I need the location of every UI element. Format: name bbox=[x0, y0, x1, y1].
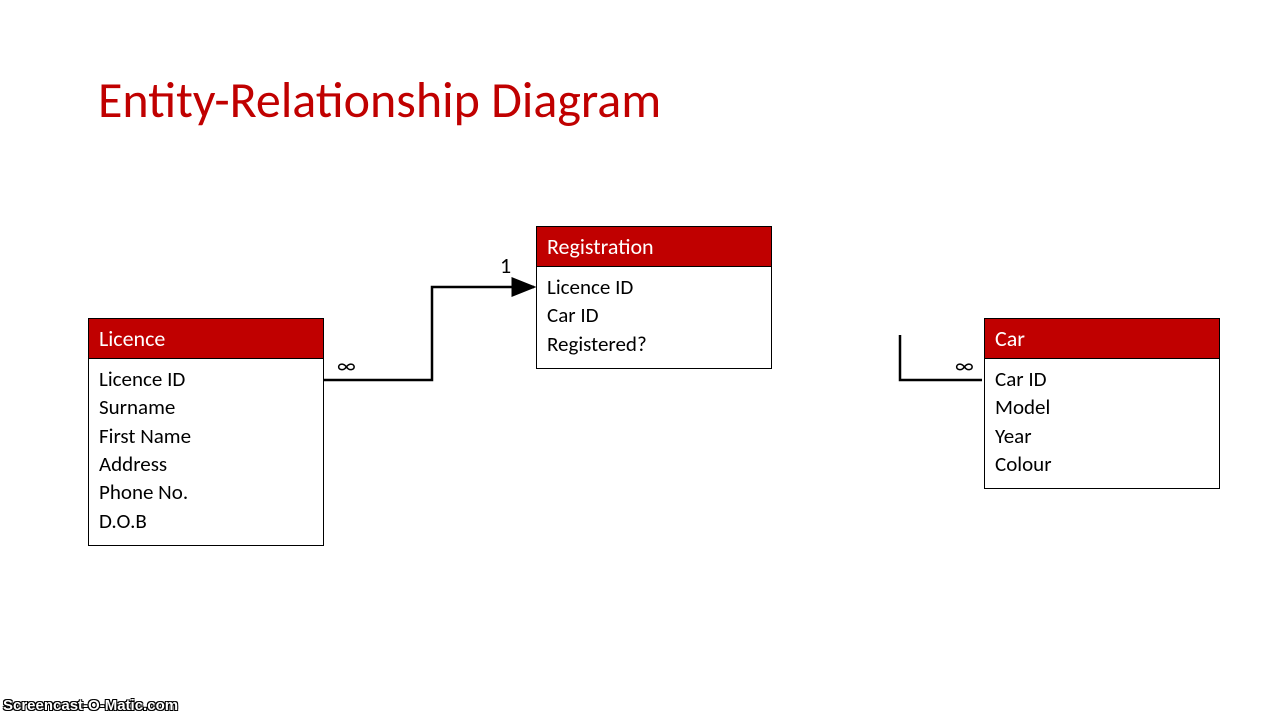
attr: Phone No. bbox=[99, 478, 313, 506]
entity-car-body: Car ID Model Year Colour bbox=[985, 359, 1219, 488]
attr: Address bbox=[99, 450, 313, 478]
attr: Car ID bbox=[547, 301, 761, 329]
entity-car: Car Car ID Model Year Colour bbox=[984, 318, 1220, 489]
attr: Colour bbox=[995, 450, 1209, 478]
attr: Licence ID bbox=[547, 273, 761, 301]
attr: Registered? bbox=[547, 330, 761, 358]
attr: Model bbox=[995, 393, 1209, 421]
watermark: Screencast-O-Matic.com bbox=[3, 697, 178, 714]
diagram-title: Entity-Relationship Diagram bbox=[98, 70, 661, 131]
cardinality-infinity-licence: ∞ bbox=[337, 352, 356, 379]
cardinality-one-registration: 1 bbox=[500, 252, 511, 279]
entity-registration: Registration Licence ID Car ID Registere… bbox=[536, 226, 772, 369]
attr: Car ID bbox=[995, 365, 1209, 393]
attr: D.O.B bbox=[99, 507, 313, 535]
entity-registration-header: Registration bbox=[537, 227, 771, 267]
entity-car-header: Car bbox=[985, 319, 1219, 359]
entity-registration-body: Licence ID Car ID Registered? bbox=[537, 267, 771, 368]
attr: Year bbox=[995, 422, 1209, 450]
attr: First Name bbox=[99, 422, 313, 450]
attr: Licence ID bbox=[99, 365, 313, 393]
entity-licence: Licence Licence ID Surname First Name Ad… bbox=[88, 318, 324, 546]
attr: Surname bbox=[99, 393, 313, 421]
entity-licence-body: Licence ID Surname First Name Address Ph… bbox=[89, 359, 323, 545]
cardinality-infinity-car: ∞ bbox=[955, 352, 974, 379]
entity-licence-header: Licence bbox=[89, 319, 323, 359]
